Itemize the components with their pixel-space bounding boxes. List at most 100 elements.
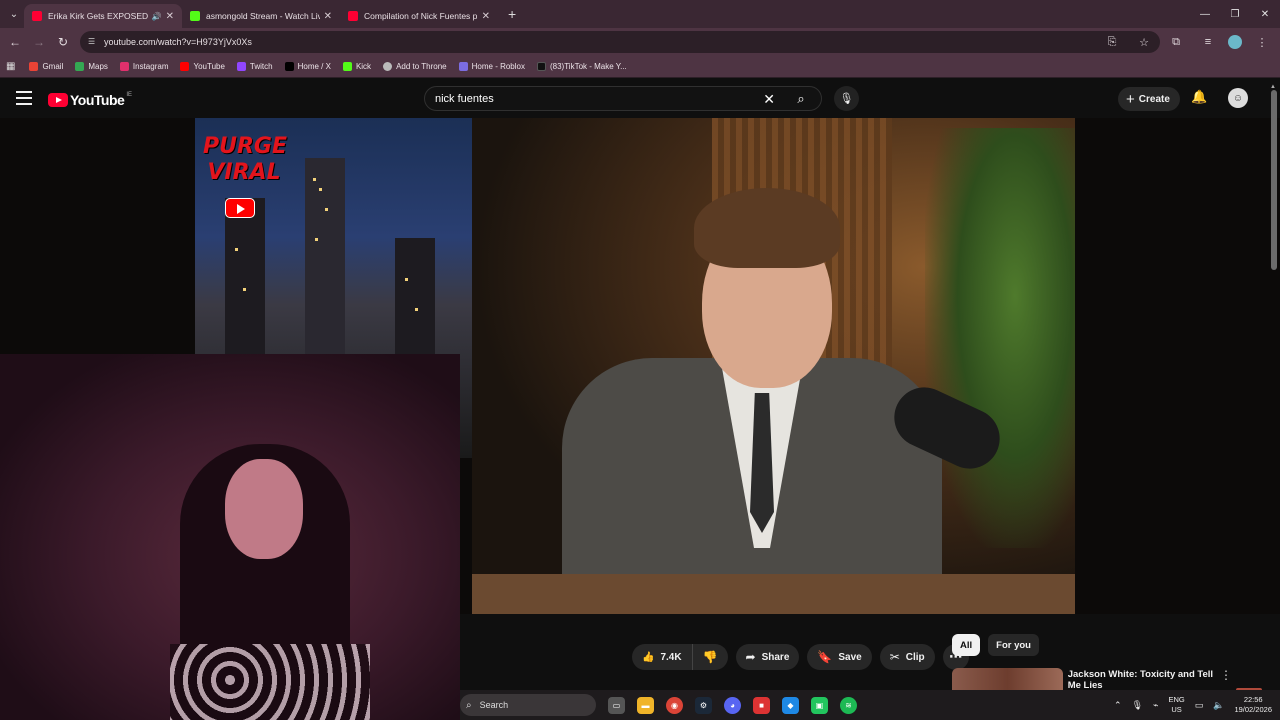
green-app-icon[interactable]: ▣ bbox=[811, 696, 828, 714]
share-button[interactable]: ➦ Share bbox=[735, 644, 800, 670]
bookmark-roblox[interactable]: Home - Roblox bbox=[458, 62, 525, 71]
task-view-icon[interactable]: ▭ bbox=[608, 696, 625, 714]
overlay-youtube-play-icon bbox=[225, 198, 255, 218]
bookmark-youtube[interactable]: YouTube bbox=[180, 62, 225, 71]
x-icon bbox=[284, 62, 294, 71]
search-icon[interactable]: ⌕ bbox=[781, 86, 821, 111]
bookmark-star-icon[interactable]: ☆ bbox=[1132, 30, 1156, 54]
media-control-icon[interactable]: ≡ bbox=[1196, 30, 1220, 54]
recommended-video[interactable]: Jackson White: Toxicity and Tell Me Lies… bbox=[952, 668, 1232, 691]
microphone-tray-icon[interactable]: 🎙 bbox=[1132, 700, 1143, 711]
browser-toolbar: ← → ↻ ☰ youtube.com/watch?v=H973YjVx0Xs … bbox=[0, 28, 1280, 56]
url-text: youtube.com/watch?v=H973YjVx0Xs bbox=[104, 37, 252, 47]
extensions-icon[interactable]: ⧉ bbox=[1164, 30, 1188, 54]
clock[interactable]: 22:56 19/02/2026 bbox=[1234, 695, 1272, 715]
address-bar[interactable]: ☰ youtube.com/watch?v=H973YjVx0Xs bbox=[80, 31, 1160, 53]
search-input[interactable]: nick fuentes ✕ ⌕ bbox=[424, 86, 822, 111]
clear-search-icon[interactable]: ✕ bbox=[763, 91, 775, 108]
toolbar-actions: ⎘ ☆ ⧉ ≡ ⋮ bbox=[1100, 30, 1274, 54]
bookmark-instagram[interactable]: Instagram bbox=[119, 62, 168, 71]
network-icon[interactable]: ⌁ bbox=[1153, 700, 1158, 711]
bookmark-throne[interactable]: Add to Throne bbox=[383, 62, 447, 71]
volume-icon[interactable]: 🔈 bbox=[1213, 700, 1224, 711]
close-tab-icon[interactable]: ✕ bbox=[166, 11, 174, 22]
profile-avatar[interactable] bbox=[1228, 35, 1242, 49]
instagram-icon bbox=[119, 62, 129, 71]
browser-tab-active[interactable]: Erika Kirk Gets EXPOSED by 🔊 ✕ bbox=[24, 4, 182, 28]
maximize-icon[interactable]: ❐ bbox=[1220, 0, 1250, 28]
bookmark-icon: 🔖 bbox=[817, 650, 833, 664]
bookmark-twitch[interactable]: Twitch bbox=[236, 62, 273, 71]
language-indicator[interactable]: ENG US bbox=[1168, 695, 1184, 715]
bookmark-x[interactable]: Home / X bbox=[284, 62, 331, 71]
dislike-button[interactable]: 👎 bbox=[693, 644, 728, 670]
tab-title: Erika Kirk Gets EXPOSED by bbox=[48, 11, 150, 21]
search-query: nick fuentes bbox=[435, 92, 494, 105]
scroll-thumb[interactable] bbox=[1271, 90, 1277, 270]
windows-taskbar: ⌕ Search ▭ ▬ ◉ ⚙ ◕ ■ ◆ ▣ ≋ ⌃ 🎙 ⌁ ENG US … bbox=[460, 690, 1280, 720]
forward-icon[interactable]: → bbox=[27, 30, 51, 54]
notifications-bell-icon[interactable]: 🔔 bbox=[1191, 89, 1207, 105]
chrome-icon[interactable]: ◉ bbox=[666, 696, 683, 714]
save-button[interactable]: 🔖 Save bbox=[807, 644, 872, 670]
tab-search-button[interactable]: ⌄ bbox=[4, 4, 24, 24]
like-button[interactable]: 👍 7.4K bbox=[632, 644, 693, 670]
maps-icon bbox=[75, 62, 85, 71]
youtube-wordmark: YouTube bbox=[70, 92, 125, 108]
chip-for-you[interactable]: For you bbox=[988, 634, 1039, 656]
install-icon[interactable]: ⎘ bbox=[1100, 30, 1124, 54]
spotify-icon[interactable]: ≋ bbox=[840, 696, 857, 714]
site-info-icon[interactable]: ☰ bbox=[88, 37, 98, 47]
file-explorer-icon[interactable]: ▬ bbox=[637, 696, 654, 714]
audio-playing-icon[interactable]: 🔊 bbox=[152, 12, 162, 21]
voice-search-icon[interactable]: 🎙 bbox=[834, 86, 859, 111]
steam-icon[interactable]: ⚙ bbox=[695, 696, 712, 714]
tray-overflow-icon[interactable]: ⌃ bbox=[1114, 700, 1122, 711]
purge-viral-overlay: PURGE VIRAL bbox=[203, 134, 288, 185]
hamburger-menu-icon[interactable] bbox=[16, 91, 32, 105]
bookmark-tiktok[interactable]: (83)TikTok - Make Y... bbox=[536, 62, 627, 71]
recommendation-chips: All For you bbox=[952, 634, 1039, 656]
bookmark-kick[interactable]: Kick bbox=[342, 62, 371, 71]
youtube-logo[interactable]: YouTube IE bbox=[48, 92, 132, 108]
recommended-menu-icon[interactable]: ⋮ bbox=[1220, 668, 1232, 690]
blue-app-icon[interactable]: ◆ bbox=[782, 696, 799, 714]
apps-grid-icon[interactable]: ▦ bbox=[6, 61, 15, 72]
browser-tab[interactable]: Compilation of Nick Fuentes p ✕ bbox=[340, 4, 498, 28]
recommended-thumbnail[interactable] bbox=[952, 668, 1063, 690]
page-scrollbar[interactable]: ▲ bbox=[1270, 84, 1278, 689]
youtube-favicon-icon bbox=[32, 11, 42, 21]
youtube-play-icon bbox=[48, 93, 68, 107]
discord-icon[interactable]: ◕ bbox=[724, 696, 741, 714]
close-tab-icon[interactable]: ✕ bbox=[482, 11, 490, 22]
minimize-icon[interactable]: — bbox=[1190, 0, 1220, 28]
close-window-icon[interactable]: ✕ bbox=[1250, 0, 1280, 28]
close-tab-icon[interactable]: ✕ bbox=[324, 11, 332, 22]
clip-button[interactable]: ✂ Clip bbox=[879, 644, 935, 670]
reload-icon[interactable]: ↻ bbox=[51, 30, 75, 54]
create-button[interactable]: + Create bbox=[1118, 87, 1180, 111]
window-controls: — ❐ ✕ bbox=[1190, 0, 1280, 28]
new-tab-icon[interactable]: + bbox=[508, 6, 516, 22]
bookmark-gmail[interactable]: Gmail bbox=[29, 62, 63, 71]
bookmark-maps[interactable]: Maps bbox=[75, 62, 108, 71]
bookmarks-bar: ▦ Gmail Maps Instagram YouTube Twitch Ho… bbox=[0, 56, 1280, 78]
scissors-icon: ✂ bbox=[889, 650, 900, 664]
display-icon[interactable]: ▭ bbox=[1195, 700, 1204, 711]
share-icon: ➦ bbox=[745, 650, 756, 664]
menu-icon[interactable]: ⋮ bbox=[1250, 30, 1274, 54]
back-icon[interactable]: ← bbox=[3, 30, 27, 54]
main-video-frame bbox=[472, 118, 1075, 614]
thumbs-down-icon: 👎 bbox=[702, 650, 718, 664]
account-avatar[interactable]: ☺ bbox=[1228, 88, 1248, 108]
recommended-title[interactable]: Jackson White: Toxicity and Tell Me Lies bbox=[1068, 669, 1216, 691]
twitch-icon bbox=[236, 62, 246, 71]
search-icon: ⌕ bbox=[466, 699, 472, 711]
system-tray: ⌃ 🎙 ⌁ ENG US ▭ 🔈 22:56 19/02/2026 bbox=[1114, 690, 1272, 720]
taskbar-search[interactable]: ⌕ Search bbox=[460, 694, 596, 716]
like-dislike-group: 👍 7.4K 👎 bbox=[632, 644, 728, 670]
red-app-icon[interactable]: ■ bbox=[753, 696, 770, 714]
browser-tab[interactable]: asmongold Stream - Watch Live ✕ bbox=[182, 4, 340, 28]
video-player[interactable]: PURGE VIRAL bbox=[0, 118, 1280, 720]
chip-all[interactable]: All bbox=[952, 634, 981, 656]
